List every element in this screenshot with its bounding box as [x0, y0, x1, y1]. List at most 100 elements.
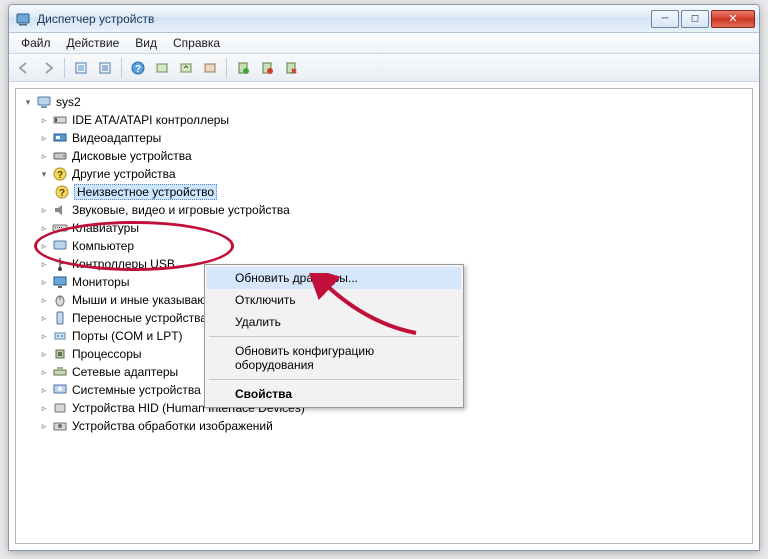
remove-icon-button[interactable]: [280, 57, 302, 79]
tree-label: Другие устройства: [72, 167, 176, 181]
mouse-icon: [52, 292, 68, 308]
tree-item[interactable]: ▹ Устройства обработки изображений: [18, 417, 750, 435]
window-title: Диспетчер устройств: [37, 12, 649, 26]
disk-icon: [52, 148, 68, 164]
portable-icon: [52, 310, 68, 326]
collapse-icon[interactable]: ▾: [38, 168, 50, 180]
sound-icon: [52, 202, 68, 218]
show-hidden-button[interactable]: [70, 57, 92, 79]
imaging-icon: [52, 418, 68, 434]
display-adapter-icon: [52, 130, 68, 146]
expand-icon[interactable]: ▹: [38, 204, 50, 216]
device-manager-window: Диспетчер устройств ─ ◻ ✕ Файл Действие …: [8, 4, 760, 551]
expand-icon[interactable]: ▹: [38, 222, 50, 234]
network-icon: [52, 364, 68, 380]
expand-icon[interactable]: ▹: [38, 258, 50, 270]
enable-button[interactable]: [232, 57, 254, 79]
scan-button[interactable]: [151, 57, 173, 79]
monitor-icon: [52, 274, 68, 290]
svg-text:?: ?: [59, 188, 65, 199]
menu-file[interactable]: Файл: [13, 34, 59, 52]
expand-icon[interactable]: ▹: [38, 240, 50, 252]
expand-icon[interactable]: ▹: [38, 348, 50, 360]
tree-label: Порты (COM и LPT): [72, 329, 183, 343]
toolbar-separator: [121, 58, 122, 78]
tree-label: Переносные устройства: [72, 311, 207, 325]
tree-panel: ▾ sys2 ▹ IDE ATA/ATAPI контроллеры ▹ Вид…: [15, 88, 753, 544]
menu-view[interactable]: Вид: [127, 34, 165, 52]
expand-icon[interactable]: ▹: [38, 402, 50, 414]
tree-label: Сетевые адаптеры: [72, 365, 178, 379]
window-controls: ─ ◻ ✕: [649, 10, 755, 28]
tree-label: Процессоры: [72, 347, 142, 361]
tree-item[interactable]: ▹ Дисковые устройства: [18, 147, 750, 165]
properties-button[interactable]: [94, 57, 116, 79]
ctx-disable[interactable]: Отключить: [207, 289, 461, 311]
usb-icon: [52, 256, 68, 272]
tree-label: Звуковые, видео и игровые устройства: [72, 203, 290, 217]
tree-label: sys2: [56, 95, 81, 109]
cpu-icon: [52, 346, 68, 362]
unknown-device-icon: ?: [54, 184, 70, 200]
port-icon: [52, 328, 68, 344]
tree-item[interactable]: ▹ Клавиатуры: [18, 219, 750, 237]
menu-action[interactable]: Действие: [59, 34, 128, 52]
expand-icon[interactable]: ▹: [38, 150, 50, 162]
help-button[interactable]: ?: [127, 57, 149, 79]
close-button[interactable]: ✕: [711, 10, 755, 28]
svg-text:?: ?: [135, 64, 141, 75]
tree-item[interactable]: ▹ IDE ATA/ATAPI контроллеры: [18, 111, 750, 129]
ctx-remove[interactable]: Удалить: [207, 311, 461, 333]
ctx-separator: [209, 379, 459, 380]
expand-icon[interactable]: ▹: [38, 420, 50, 432]
expand-icon[interactable]: ▹: [38, 114, 50, 126]
svg-text:?: ?: [57, 170, 63, 181]
tree-item[interactable]: ▹ Видеоадаптеры: [18, 129, 750, 147]
tree-item-other-devices[interactable]: ▾ ? Другие устройства: [18, 165, 750, 183]
expand-icon[interactable]: ▹: [38, 294, 50, 306]
tree-label: Контроллеры USB: [72, 257, 175, 271]
tree-label: Дисковые устройства: [72, 149, 192, 163]
back-button[interactable]: [13, 57, 35, 79]
uninstall-button[interactable]: [199, 57, 221, 79]
keyboard-icon: [52, 220, 68, 236]
tree-label: Системные устройства: [72, 383, 201, 397]
system-icon: [52, 382, 68, 398]
tree-label: Устройства обработки изображений: [72, 419, 273, 433]
tree-label: Клавиатуры: [72, 221, 139, 235]
expand-icon[interactable]: ▹: [38, 276, 50, 288]
toolbar-separator: [64, 58, 65, 78]
computer-icon: [36, 94, 52, 110]
forward-button[interactable]: [37, 57, 59, 79]
tree-item[interactable]: ▹ Звуковые, видео и игровые устройства: [18, 201, 750, 219]
ctx-separator: [209, 336, 459, 337]
app-icon: [15, 11, 31, 27]
context-menu: Обновить драйверы... Отключить Удалить О…: [204, 264, 464, 408]
tree-label: Мониторы: [72, 275, 129, 289]
expand-icon[interactable]: ▹: [38, 366, 50, 378]
disable-icon-button[interactable]: [256, 57, 278, 79]
tree-root[interactable]: ▾ sys2: [18, 93, 750, 111]
ctx-properties[interactable]: Свойства: [207, 383, 461, 405]
update-button[interactable]: [175, 57, 197, 79]
expand-icon[interactable]: ▹: [38, 384, 50, 396]
tree-item-unknown-device[interactable]: ? Неизвестное устройство: [18, 183, 750, 201]
tree-label: IDE ATA/ATAPI контроллеры: [72, 113, 229, 127]
expand-icon[interactable]: ▹: [38, 132, 50, 144]
expand-icon[interactable]: ▹: [38, 330, 50, 342]
ctx-rescan[interactable]: Обновить конфигурацию оборудования: [207, 340, 461, 376]
expand-icon[interactable]: ▹: [38, 312, 50, 324]
toolbar: ?: [9, 54, 759, 82]
tree-label-selected: Неизвестное устройство: [74, 184, 217, 200]
menubar: Файл Действие Вид Справка: [9, 33, 759, 54]
ide-icon: [52, 112, 68, 128]
collapse-icon[interactable]: ▾: [22, 96, 34, 108]
menu-help[interactable]: Справка: [165, 34, 228, 52]
tree-label: Видеоадаптеры: [72, 131, 161, 145]
minimize-button[interactable]: ─: [651, 10, 679, 28]
tree-item[interactable]: ▹ Компьютер: [18, 237, 750, 255]
hid-icon: [52, 400, 68, 416]
titlebar[interactable]: Диспетчер устройств ─ ◻ ✕: [9, 5, 759, 33]
maximize-button[interactable]: ◻: [681, 10, 709, 28]
ctx-update-drivers[interactable]: Обновить драйверы...: [207, 267, 461, 289]
